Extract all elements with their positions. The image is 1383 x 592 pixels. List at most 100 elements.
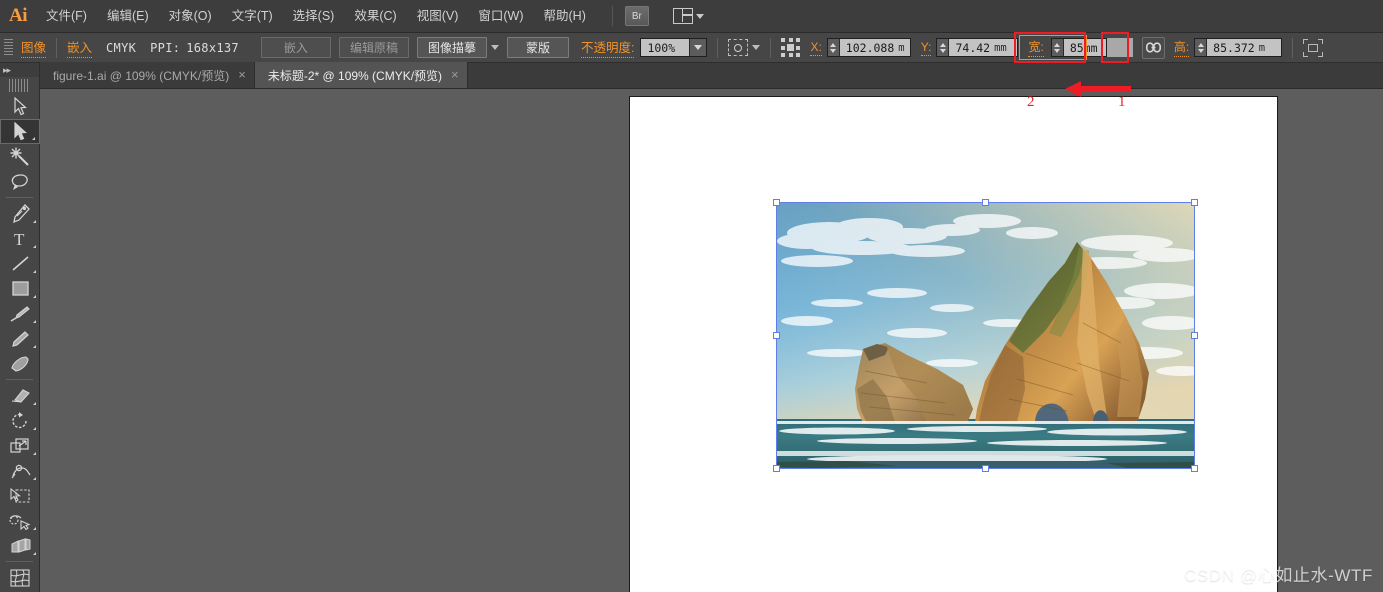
tool-rotate[interactable] [0, 408, 40, 433]
tool-eraser[interactable] [0, 383, 40, 408]
annotation-marker-2: 2 [1027, 94, 1035, 110]
tool-blob-brush[interactable] [0, 351, 40, 376]
opacity-value[interactable]: 100% [641, 41, 689, 55]
menu-window[interactable]: 窗口(W) [469, 5, 532, 27]
control-bar-grip[interactable] [4, 38, 13, 57]
tool-expand-corner-icon [33, 552, 36, 555]
tool-free-transform[interactable] [0, 483, 40, 508]
document-tab-figure-1[interactable]: figure-1.ai @ 109% (CMYK/预览) × [40, 62, 255, 88]
mask-button[interactable]: 蒙版 [506, 37, 569, 58]
scale-icon [10, 437, 29, 453]
close-icon[interactable]: × [238, 68, 246, 81]
transform-align-icon[interactable] [1303, 38, 1324, 57]
image-trace-button[interactable]: 图像描摹 [416, 37, 487, 58]
paintbrush-icon [10, 305, 30, 322]
embed-button[interactable]: 嵌入 [260, 37, 331, 58]
document-tab-untitled-2[interactable]: 未标题-2* @ 109% (CMYK/预览) × [254, 62, 468, 88]
y-label: Y: [920, 39, 932, 56]
tools-divider-3 [6, 561, 33, 562]
y-unit: mm [994, 41, 1007, 54]
width-field[interactable]: 85mm [1050, 38, 1107, 57]
menu-effect[interactable]: 效果(C) [345, 5, 405, 27]
tools-panel-collapse[interactable]: ▸▸ [0, 63, 39, 77]
selection-handle-middle-left[interactable] [773, 332, 780, 339]
menu-object[interactable]: 对象(O) [160, 5, 221, 27]
selection-handle-top-left[interactable] [773, 199, 780, 206]
app-logo: Ai [9, 5, 28, 26]
document-tab-bar: figure-1.ai @ 109% (CMYK/预览) × 未标题-2* @ … [0, 62, 1383, 89]
tool-magic-wand[interactable] [0, 144, 40, 169]
edit-original-button[interactable]: 编辑原稿 [338, 37, 409, 58]
tool-scale[interactable] [0, 433, 40, 458]
selection-handle-bottom-right[interactable] [1191, 465, 1198, 472]
x-stepper[interactable] [827, 39, 840, 56]
tool-expand-corner-icon [33, 477, 36, 480]
tool-line-segment[interactable] [0, 251, 40, 276]
opacity-field[interactable]: 100% [640, 38, 708, 57]
tool-rectangle[interactable] [0, 276, 40, 301]
rotate-icon [11, 411, 27, 428]
workspace-switcher-button[interactable] [672, 8, 704, 24]
height-stepper[interactable] [1195, 39, 1208, 56]
tool-expand-corner-icon [33, 320, 36, 323]
y-field[interactable]: 74.42 mm [936, 38, 1019, 57]
bridge-button[interactable]: Br [624, 6, 649, 26]
menu-type[interactable]: 文字(T) [223, 5, 282, 27]
recolor-chevron-down-icon[interactable] [752, 45, 761, 50]
height-value[interactable]: 85.372 [1207, 41, 1259, 55]
opacity-chevron-down-icon[interactable] [689, 39, 707, 56]
color-mode-label: CMYK [106, 40, 137, 55]
menu-select[interactable]: 选择(S) [284, 5, 344, 27]
link-state-label[interactable]: 嵌入 [67, 37, 93, 58]
tools-panel-grip[interactable] [9, 79, 30, 92]
tool-expand-corner-icon [33, 452, 36, 455]
x-field[interactable]: 102.088 m [826, 38, 911, 57]
tool-pencil[interactable] [0, 326, 40, 351]
tool-lasso[interactable] [0, 169, 40, 194]
object-type-label[interactable]: 图像 [21, 37, 47, 58]
recolor-artwork-icon [728, 39, 749, 56]
workspace-switcher-icon [672, 8, 693, 24]
selection-handle-bottom-left[interactable] [773, 465, 780, 472]
tool-perspective-grid[interactable] [0, 533, 40, 558]
selection-handle-middle-right[interactable] [1191, 332, 1198, 339]
tool-shape-builder[interactable] [0, 508, 40, 533]
menu-file[interactable]: 文件(F) [37, 5, 96, 27]
collapse-panel-icon: ▸▸ [3, 64, 11, 75]
y-stepper[interactable] [937, 39, 950, 56]
menu-edit[interactable]: 编辑(E) [98, 5, 158, 27]
tool-selection[interactable] [0, 94, 40, 119]
tool-paintbrush[interactable] [0, 301, 40, 326]
tool-expand-corner-icon [33, 270, 36, 273]
canvas-area[interactable]: CSDN @心如止水-WTF [40, 89, 1383, 592]
menu-view[interactable]: 视图(V) [408, 5, 468, 27]
opacity-label[interactable]: 不透明度: [580, 37, 635, 58]
reference-point-widget[interactable] [781, 38, 801, 57]
tool-direct-selection[interactable] [0, 119, 40, 144]
tool-pen[interactable] [0, 201, 40, 226]
tool-expand-corner-icon [33, 295, 36, 298]
artboard[interactable] [629, 96, 1278, 592]
constrain-proportions-button[interactable] [1141, 36, 1165, 59]
recolor-artwork-button[interactable] [728, 39, 761, 56]
blob-brush-icon [10, 355, 29, 372]
image-trace-chevron-down-icon[interactable] [490, 45, 499, 50]
selection-handle-top-right[interactable] [1191, 199, 1198, 206]
ppi-label: PPI: [150, 40, 181, 55]
control-divider-2 [717, 37, 719, 58]
selection-handle-top-center[interactable] [982, 199, 989, 206]
mesh-icon [10, 568, 30, 587]
width-stepper[interactable] [1051, 39, 1064, 56]
tab-title: figure-1.ai @ 109% (CMYK/预览) [53, 68, 230, 83]
tool-width-warp[interactable] [0, 458, 40, 483]
selection-handle-bottom-center[interactable] [982, 465, 989, 472]
tool-type[interactable]: T [0, 226, 40, 251]
x-value[interactable]: 102.088 [840, 41, 898, 55]
close-icon[interactable]: × [451, 68, 459, 81]
placed-image-rocks[interactable] [777, 203, 1194, 468]
menu-help[interactable]: 帮助(H) [535, 5, 595, 27]
tool-mesh[interactable] [0, 565, 40, 590]
height-field[interactable]: 85.372 m [1194, 38, 1283, 57]
y-value[interactable]: 74.42 [949, 41, 994, 55]
width-value[interactable]: 85mm [1064, 41, 1102, 55]
